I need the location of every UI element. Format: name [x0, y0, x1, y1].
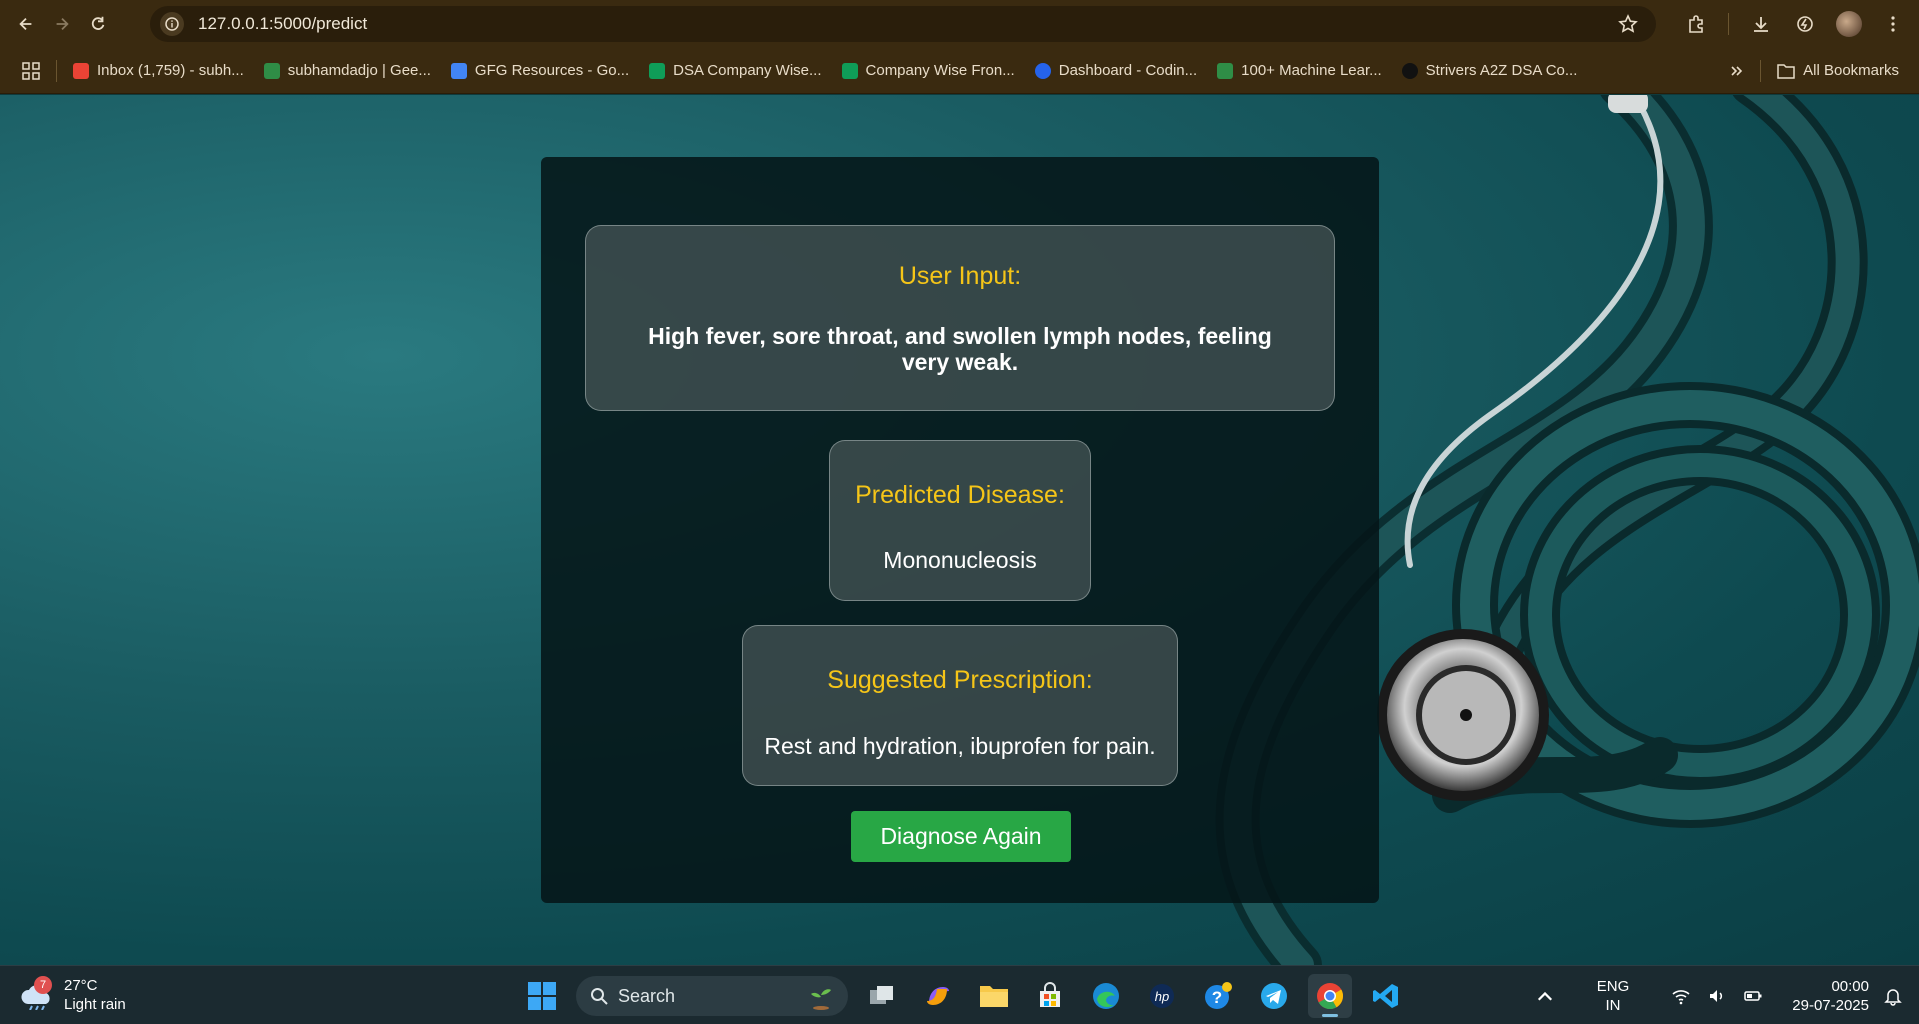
- diagnose-again-button[interactable]: Diagnose Again: [851, 811, 1071, 862]
- chrome-icon[interactable]: [1308, 974, 1352, 1018]
- user-input-box: User Input: High fever, sore throat, and…: [585, 225, 1335, 411]
- notification-bell-icon[interactable]: [1875, 978, 1911, 1014]
- reload-icon[interactable]: [80, 6, 116, 42]
- task-view-icon[interactable]: [860, 974, 904, 1018]
- edge-icon[interactable]: [1084, 974, 1128, 1018]
- predicted-disease-value: Mononucleosis: [883, 547, 1037, 573]
- download-icon[interactable]: [1743, 6, 1779, 42]
- weather-badge: 7: [34, 976, 52, 994]
- system-tray: ENG IN 00:00 29-07-2025: [1527, 974, 1919, 1018]
- help-icon[interactable]: ?: [1196, 974, 1240, 1018]
- bookmark-item[interactable]: DSA Company Wise...: [639, 62, 831, 79]
- vscode-icon[interactable]: [1364, 974, 1408, 1018]
- hp-icon[interactable]: hp: [1140, 974, 1184, 1018]
- page-background: User Input: High fever, sore throat, and…: [0, 95, 1919, 965]
- user-input-label: User Input:: [898, 262, 1022, 290]
- bookmark-item[interactable]: Strivers A2Z DSA Co...: [1392, 62, 1588, 79]
- bookmark-star-icon[interactable]: [1618, 14, 1638, 34]
- bookmark-item[interactable]: 100+ Machine Lear...: [1207, 62, 1392, 79]
- wifi-icon[interactable]: [1663, 978, 1699, 1014]
- bookmark-item[interactable]: Inbox (1,759) - subh...: [63, 62, 254, 79]
- weather-condition-text: Light rain: [64, 996, 126, 1013]
- prescription-value: Rest and hydration, ibuprofen for pain.: [764, 733, 1156, 759]
- codolio-icon: [1034, 62, 1051, 79]
- predicted-disease-box: Predicted Disease: Mononucleosis: [829, 440, 1091, 601]
- bookmarks-divider: [1760, 59, 1762, 82]
- battery-icon[interactable]: [1735, 978, 1771, 1014]
- plant-icon: [811, 989, 831, 1010]
- google-sheets-icon: [649, 62, 666, 79]
- forward-icon[interactable]: [44, 6, 80, 42]
- search-icon: [591, 988, 608, 1005]
- performance-icon[interactable]: [1787, 6, 1823, 42]
- svg-text:hp: hp: [1155, 989, 1169, 1004]
- telegram-icon[interactable]: [1252, 974, 1296, 1018]
- menu-icon[interactable]: [1875, 6, 1911, 42]
- file-explorer-icon[interactable]: [972, 974, 1016, 1018]
- site-info-icon[interactable]: [160, 12, 184, 36]
- language-indicator[interactable]: ENG IN: [1583, 977, 1643, 1015]
- gfg-icon: [1217, 62, 1234, 79]
- gfg-icon: [263, 62, 280, 79]
- weather-widget[interactable]: 7 27°C Light rain: [20, 976, 126, 1014]
- copilot-icon[interactable]: [916, 974, 960, 1018]
- google-docs-icon: [450, 62, 467, 79]
- taskbar: 7 27°C Light rain Search hp ? ENG IN 00:…: [0, 965, 1919, 1024]
- taskbar-search[interactable]: Search: [576, 976, 848, 1016]
- more-bookmarks-icon[interactable]: [1720, 64, 1754, 78]
- windows-start-icon[interactable]: [520, 974, 564, 1018]
- browser-toolbar: 127.0.0.1:5000/predict: [0, 0, 1919, 48]
- profile-avatar[interactable]: [1831, 6, 1867, 42]
- google-sheets-icon: [841, 62, 858, 79]
- user-input-text: High fever, sore throat, and swollen lym…: [648, 323, 1272, 375]
- gmail-icon: [73, 62, 89, 79]
- prescription-box: Suggested Prescription: Rest and hydrati…: [742, 625, 1178, 786]
- chevron-up-icon[interactable]: [1527, 978, 1563, 1014]
- bookmark-item[interactable]: GFG Resources - Go...: [441, 62, 639, 79]
- apps-icon[interactable]: [0, 61, 50, 80]
- volume-icon[interactable]: [1699, 978, 1735, 1014]
- temperature-text: 27°C: [64, 977, 98, 994]
- predicted-disease-label: Predicted Disease:: [855, 481, 1065, 509]
- back-icon[interactable]: [8, 6, 44, 42]
- microsoft-store-icon[interactable]: [1028, 974, 1072, 1018]
- address-bar[interactable]: 127.0.0.1:5000/predict: [150, 6, 1656, 42]
- bookmark-item[interactable]: Dashboard - Codin...: [1025, 62, 1207, 79]
- all-bookmarks-button[interactable]: All Bookmarks: [1767, 62, 1919, 79]
- tuf-icon: [1401, 62, 1418, 79]
- bookmarks-divider: [56, 59, 57, 82]
- svg-text:?: ?: [1212, 988, 1222, 1007]
- clock[interactable]: 00:00 29-07-2025: [1789, 977, 1869, 1015]
- bookmarks-bar: Inbox (1,759) - subh... subhamdadjo | Ge…: [0, 48, 1919, 94]
- toolbar-divider: [1728, 13, 1729, 35]
- prescription-label: Suggested Prescription:: [827, 666, 1093, 694]
- folder-icon: [1777, 63, 1795, 79]
- url-text[interactable]: 127.0.0.1:5000/predict: [198, 14, 367, 34]
- diagnosis-card: User Input: High fever, sore throat, and…: [541, 157, 1379, 903]
- extensions-icon[interactable]: [1678, 6, 1714, 42]
- bookmark-item[interactable]: subhamdadjo | Gee...: [254, 62, 441, 79]
- rain-cloud-icon: 7: [20, 976, 54, 1011]
- bookmark-item[interactable]: Company Wise Fron...: [832, 62, 1025, 79]
